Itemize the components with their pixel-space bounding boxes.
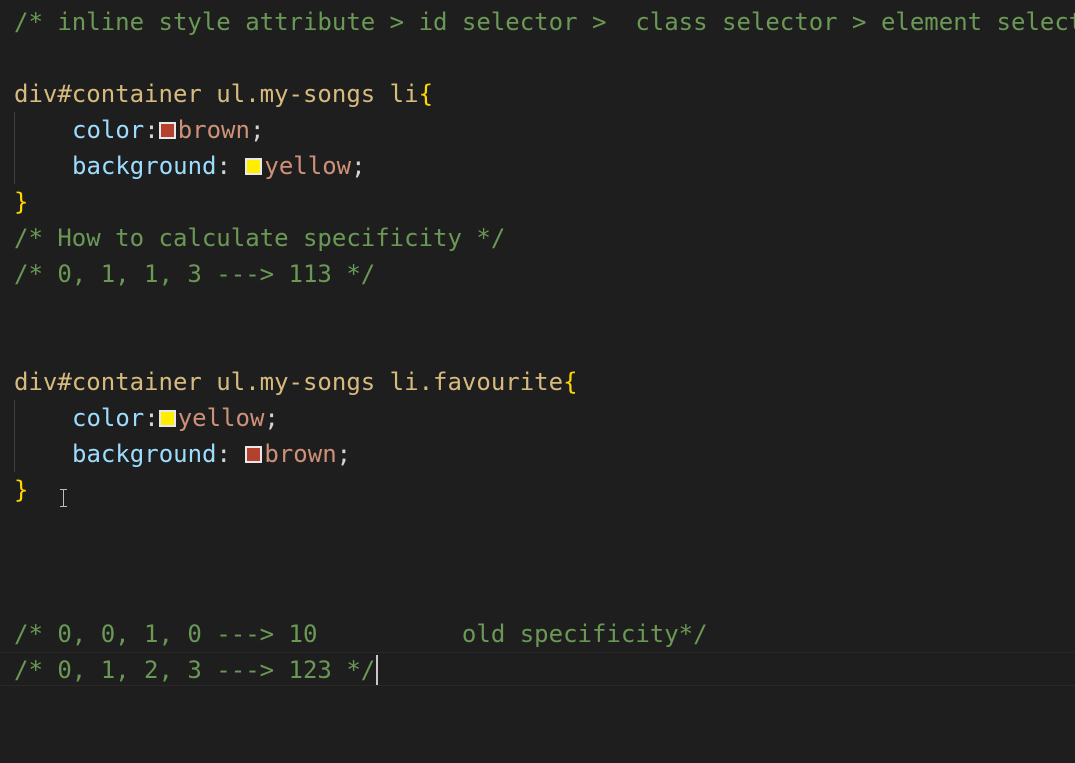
css-selector: div#container ul.my-songs li bbox=[14, 80, 419, 108]
close-brace: } bbox=[14, 476, 29, 504]
comment-text: /* 0, 1, 2, 3 ---> 123 */ bbox=[14, 656, 376, 684]
css-selector: div#container ul.my-songs li.favourite bbox=[14, 368, 564, 396]
code-line-close-brace[interactable]: } bbox=[14, 472, 28, 508]
code-line-comment-123[interactable]: /* 0, 1, 2, 3 ---> 123 */ bbox=[14, 652, 379, 688]
colon: : bbox=[144, 404, 159, 432]
code-line-selector-2[interactable]: div#container ul.my-songs li.favourite{ bbox=[14, 364, 578, 400]
code-line-selector-1[interactable]: div#container ul.my-songs li{ bbox=[14, 76, 433, 112]
css-property: color bbox=[72, 404, 145, 432]
code-line-comment-specificity-order[interactable]: /* inline style attribute > id selector … bbox=[14, 4, 1075, 40]
color-swatch-icon[interactable] bbox=[158, 410, 176, 427]
css-property: color bbox=[72, 116, 145, 144]
css-value: brown bbox=[177, 116, 250, 144]
css-property: background bbox=[72, 440, 217, 468]
code-editor[interactable]: /* inline style attribute > id selector … bbox=[0, 0, 1075, 763]
code-line-comment-old-specificity[interactable]: /* 0, 0, 1, 0 ---> 10 old specificity*/ bbox=[14, 616, 708, 652]
semicolon: ; bbox=[351, 152, 366, 180]
css-value: brown bbox=[264, 440, 337, 468]
css-property: background bbox=[72, 152, 217, 180]
color-swatch-icon[interactable] bbox=[245, 158, 263, 175]
colon: : bbox=[144, 116, 159, 144]
code-line-declaration[interactable]: background: yellow; bbox=[14, 148, 366, 184]
code-line-comment-how-to[interactable]: /* How to calculate specificity */ bbox=[14, 220, 505, 256]
semicolon: ; bbox=[336, 440, 352, 468]
css-value: yellow bbox=[264, 152, 352, 180]
mouse-ibeam-icon bbox=[60, 489, 68, 507]
code-line-declaration[interactable]: color: yellow; bbox=[14, 400, 279, 436]
css-value: yellow bbox=[177, 404, 265, 432]
code-line-declaration[interactable]: color: brown; bbox=[14, 112, 264, 148]
code-line-comment-113[interactable]: /* 0, 1, 1, 3 ---> 113 */ bbox=[14, 256, 375, 292]
code-line-close-brace[interactable]: } bbox=[14, 184, 28, 220]
colon: : bbox=[216, 152, 246, 180]
semicolon: ; bbox=[264, 404, 279, 432]
semicolon: ; bbox=[249, 116, 265, 144]
close-brace: } bbox=[14, 188, 29, 216]
open-brace: { bbox=[418, 80, 434, 108]
color-swatch-icon[interactable] bbox=[245, 446, 263, 463]
code-line-declaration[interactable]: background: brown; bbox=[14, 436, 351, 472]
colon: : bbox=[216, 440, 246, 468]
open-brace: { bbox=[563, 368, 578, 396]
text-cursor bbox=[376, 655, 379, 685]
color-swatch-icon[interactable] bbox=[158, 122, 176, 139]
